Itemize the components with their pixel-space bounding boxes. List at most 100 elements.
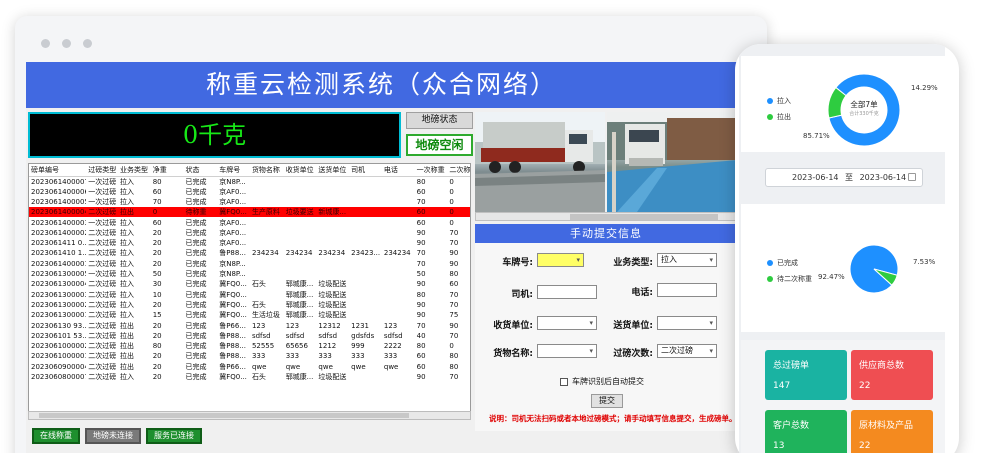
table-cell: 234234 xyxy=(318,249,346,258)
table-cell: 拉入 xyxy=(119,197,134,206)
table-cell: qwe xyxy=(351,362,366,371)
table-cell: 60 xyxy=(416,187,426,196)
stage: 称重云检测系统（众合网络） 0千克 地磅状态 地磅空闲 磅单编号 过磅类型 业务… xyxy=(0,0,981,453)
table-row[interactable]: 2023061300002 二次过磅 拉入 20 已完成 冀FQ0... 石头 郓城康... 垃… xyxy=(29,300,470,310)
column-header[interactable]: 业务类型 xyxy=(117,164,151,177)
table-row[interactable]: 2023061400004 二次过磅 拉出 0 待称重 冀FQ0... 生产原料 垃圾要送 新城… xyxy=(29,207,470,218)
table-row[interactable]: 2023061300003 二次过磅 拉入 10 已完成 冀FQ0... 郓城康... 垃圾配… xyxy=(29,289,470,299)
column-header[interactable]: 磅单编号 xyxy=(29,164,87,177)
table-row[interactable]: 2023061410 1... 二次过磅 拉入 20 已完成 鲁P88... 234234 2… xyxy=(29,248,470,258)
table-cell: 333 xyxy=(383,352,398,361)
table-cell xyxy=(349,207,382,218)
table-cell: 234234 xyxy=(251,249,279,258)
table-cell: 京AF0... xyxy=(219,218,247,227)
donut-center-title: 全部7单 xyxy=(850,100,878,109)
receiver-select[interactable]: ▾ xyxy=(537,316,597,330)
table-row[interactable]: 2023060900004 二次过磅 拉出 20 已完成 鲁P66... qwe qwe qwe… xyxy=(29,362,470,372)
table-cell: 90 xyxy=(449,259,459,268)
table-cell: 1212 xyxy=(318,342,337,351)
table-row[interactable]: 2023061400005 一次过磅 拉入 70 已完成 京AF0... 70 0 xyxy=(29,197,470,207)
goods-select[interactable]: ▾ xyxy=(537,344,597,358)
table-cell: 冀FQ0... xyxy=(219,372,247,381)
submit-button[interactable]: 提交 xyxy=(591,394,623,408)
table-cell: qwe xyxy=(251,362,267,371)
tile-total-weighings[interactable]: 总过磅单 147 xyxy=(765,350,847,400)
column-header[interactable]: 净重 xyxy=(150,164,184,177)
column-header[interactable]: 货物名称 xyxy=(249,164,284,177)
camera-scrollbar[interactable] xyxy=(475,212,737,221)
table-cell: 0 xyxy=(449,187,454,196)
tile-customers[interactable]: 客户总数 13 xyxy=(765,410,847,453)
phone-input[interactable] xyxy=(657,283,717,297)
column-header[interactable]: 状态 xyxy=(183,164,218,177)
table-row[interactable]: 2023061300004 二次过磅 拉入 30 已完成 冀FQ0... 石头 郓城康... 垃… xyxy=(29,279,470,289)
table-cell: 2023061400003 xyxy=(31,218,87,227)
table-row[interactable]: 2023061000002 二次过磅 拉出 80 已完成 鲁P88... 52555 6565… xyxy=(29,341,470,351)
sender-select[interactable]: ▾ xyxy=(657,316,717,330)
table-cell xyxy=(250,176,284,187)
chevron-down-icon: ▾ xyxy=(589,319,593,327)
table-row[interactable]: 202306130 93... 二次过磅 拉出 20 已完成 鲁P66... 123 123 1… xyxy=(29,320,470,330)
column-header[interactable]: 电话 xyxy=(381,164,415,177)
table-cell: 已完成 xyxy=(185,239,207,248)
table-cell: 2023060900004 xyxy=(31,362,87,371)
table-cell: 40 xyxy=(416,331,426,340)
scale-status-button[interactable]: 地磅状态 xyxy=(406,112,473,129)
scale-connection-button[interactable]: 地磅未连接 xyxy=(85,428,141,444)
table-cell: 拉出 xyxy=(119,321,134,330)
table-cell: 郓城康... xyxy=(285,372,314,381)
server-connection-button[interactable]: 服务已连接 xyxy=(146,428,202,444)
driver-input[interactable] xyxy=(537,285,597,299)
legend-pending: 待二次称重 xyxy=(767,274,812,284)
phone-label: 电话: xyxy=(631,288,653,298)
table-cell xyxy=(250,187,284,197)
table-cell: 已完成 xyxy=(185,228,207,237)
column-header[interactable]: 收货单位 xyxy=(283,164,317,177)
table-scrollbar[interactable] xyxy=(28,411,471,420)
column-header[interactable]: 车牌号 xyxy=(217,164,250,177)
column-header[interactable]: 二次称重 xyxy=(447,164,470,177)
table-cell: 999 xyxy=(351,342,365,351)
plate-input[interactable]: ▾ xyxy=(537,253,584,267)
chevron-down-icon: ▾ xyxy=(589,347,593,355)
table-cell: 鲁P88... xyxy=(219,249,247,258)
table-row[interactable]: 2023061400003 一次过磅 拉入 60 已完成 京AF0... 60 0 xyxy=(29,217,470,227)
table-cell xyxy=(250,217,284,227)
tile-suppliers[interactable]: 供应商总数 22 xyxy=(851,350,933,400)
table-cell: 70 xyxy=(152,197,162,206)
table-cell: 2222 xyxy=(383,342,402,351)
table-row[interactable]: 2023061000001 二次过磅 拉出 20 已完成 鲁P88... 333 333 333… xyxy=(29,351,470,361)
table-cell: 二次过磅 xyxy=(88,372,117,381)
table-row[interactable]: 2023061411 0... 二次过磅 拉入 20 已完成 京AF0... 90 70 xyxy=(29,238,470,248)
table-cell: 拉出 xyxy=(119,352,134,361)
times-select[interactable]: 二次过磅 ▾ xyxy=(657,344,717,358)
table-row[interactable]: 2023061300005 一次过磅 拉入 50 已完成 京N8P... 50 80 xyxy=(29,269,470,279)
column-header[interactable]: 送货单位 xyxy=(316,164,350,177)
table-row[interactable]: 2023061400007 一次过磅 拉入 80 已完成 京N8P... 80 0 xyxy=(29,176,470,187)
table-cell: 郓城康... xyxy=(285,280,314,289)
date-range-picker[interactable]: 2023-06-14 至 2023-06-14 xyxy=(765,168,923,187)
table-cell: 0 xyxy=(447,207,470,218)
business-type-select[interactable]: 拉入 ▾ xyxy=(657,253,717,267)
pct-label-large: 85.71% xyxy=(803,132,830,140)
table-row[interactable]: 2023061400001 二次过磅 拉入 20 已完成 京N8P... 70 90 xyxy=(29,259,470,269)
table-cell: gdsfds xyxy=(351,331,375,340)
table-row[interactable]: 2023060800007 二次过磅 拉入 20 已完成 冀FQ0... 石头 郓城康... 垃… xyxy=(29,372,470,382)
table-row[interactable]: 2023061400002 二次过磅 拉入 20 已完成 京AF0... 90 70 xyxy=(29,228,470,238)
column-header[interactable]: 一次称重 xyxy=(414,164,448,177)
table-row[interactable]: 2023061300001 二次过磅 拉入 15 已完成 冀FQ0... 生活垃圾 郓城康..… xyxy=(29,310,470,320)
date-start: 2023-06-14 xyxy=(792,173,839,182)
checkbox-icon xyxy=(560,377,568,386)
table-row[interactable]: 202306101 53... 二次过磅 拉出 20 已完成 鲁P88... sdfsd sd… xyxy=(29,331,470,341)
sender-label: 送货单位: xyxy=(613,321,653,331)
column-header[interactable]: 司机 xyxy=(349,164,382,177)
table-cell: 鲁P66... xyxy=(219,321,247,330)
online-weighing-button[interactable]: 在线称重 xyxy=(32,428,80,444)
table-row[interactable]: 2023061400006 一次过磅 拉入 60 已完成 京AF0... 60 0 xyxy=(29,187,470,197)
table-cell: 已完成 xyxy=(185,300,207,309)
auto-submit-checkbox[interactable]: 车牌识别后自动提交 xyxy=(560,376,644,387)
legend-done: 已完成 xyxy=(767,258,798,268)
column-header[interactable]: 过磅类型 xyxy=(86,164,118,177)
tile-materials[interactable]: 原材料及产品 22 xyxy=(851,410,933,453)
table-cell: 二次过磅 xyxy=(88,342,117,351)
